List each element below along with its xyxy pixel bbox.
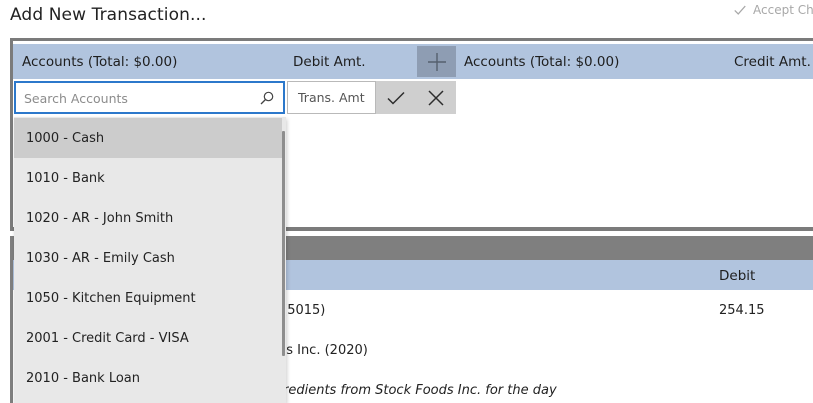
- entry-action-strip: [376, 81, 456, 114]
- close-icon: [428, 89, 444, 106]
- plus-icon: [427, 52, 446, 71]
- page-title: Add New Transaction...: [10, 5, 207, 25]
- debit-column-header: Debit: [719, 268, 756, 284]
- search-icon[interactable]: [259, 90, 275, 106]
- account-option[interactable]: 2001 - Credit Card - VISA: [14, 318, 282, 358]
- entry-header-row: Accounts (Total: $0.00) Debit Amt. Accou…: [13, 44, 813, 79]
- debit-amount-header: Debit Amt.: [293, 54, 366, 70]
- accept-changes-button[interactable]: Accept Ch: [733, 3, 813, 17]
- confirm-line-button[interactable]: [376, 81, 416, 114]
- search-accounts-input[interactable]: [24, 89, 249, 107]
- account-dropdown-list[interactable]: 1000 - Cash 1010 - Bank 1020 - AR - John…: [14, 117, 286, 403]
- dropdown-scrollbar[interactable]: [282, 131, 285, 356]
- add-line-button[interactable]: [417, 46, 456, 77]
- cancel-line-button[interactable]: [416, 81, 456, 114]
- transaction-amount-input[interactable]: Trans. Amt: [287, 81, 376, 114]
- account-option[interactable]: 1020 - AR - John Smith: [14, 198, 282, 238]
- account-option[interactable]: 2010 - Bank Loan: [14, 358, 282, 398]
- credit-accounts-header: Accounts (Total: $0.00): [464, 54, 620, 70]
- checkmark-icon: [734, 5, 746, 15]
- transaction-memo: redients from Stock Foods Inc. for the d…: [283, 383, 557, 398]
- account-option[interactable]: 1010 - Bank: [14, 158, 282, 198]
- accept-changes-label: Accept Ch: [753, 3, 813, 17]
- debit-accounts-header: Accounts (Total: $0.00): [22, 54, 178, 70]
- search-accounts-field[interactable]: [14, 81, 285, 114]
- credit-amount-header: Credit Amt.: [734, 54, 811, 70]
- account-option[interactable]: 1030 - AR - Emily Cash: [14, 238, 282, 278]
- transaction-row-debit: 254.15: [719, 303, 765, 318]
- checkmark-icon: [387, 91, 405, 105]
- account-option[interactable]: 1000 - Cash: [14, 118, 282, 158]
- transactions-panel-border: [10, 236, 13, 403]
- account-option[interactable]: 1050 - Kitchen Equipment: [14, 278, 282, 318]
